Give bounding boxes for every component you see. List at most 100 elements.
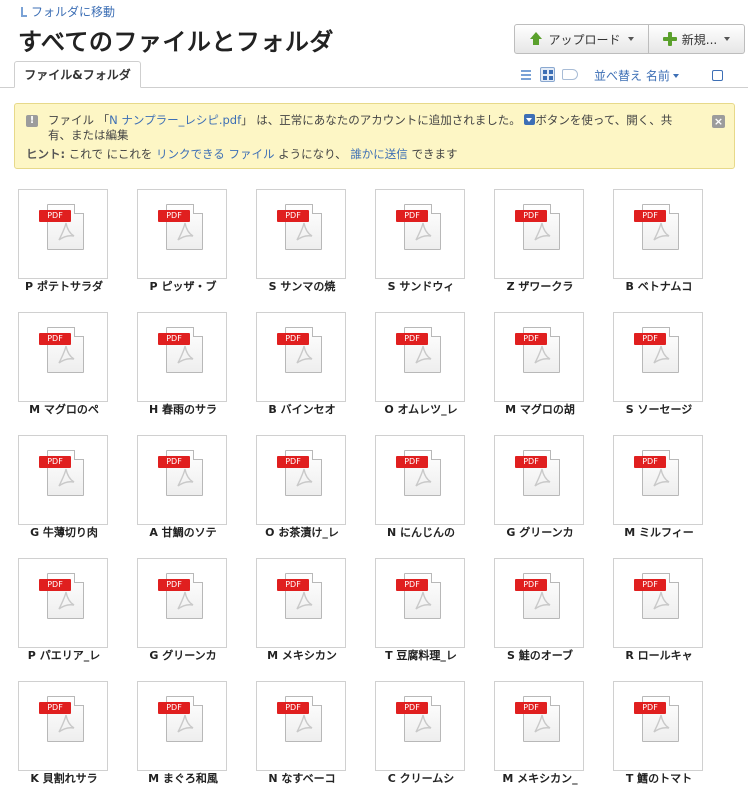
file-thumbnail[interactable]: PDF bbox=[613, 189, 703, 279]
file-thumbnail[interactable]: PDF bbox=[613, 558, 703, 648]
file-thumbnail[interactable]: PDF bbox=[613, 681, 703, 771]
file-name[interactable]: C クリームシ bbox=[375, 771, 467, 787]
file-item[interactable]: PDF B ベトナムコ bbox=[613, 189, 705, 299]
file-item[interactable]: PDF P パエリア_レ bbox=[18, 558, 110, 668]
file-name[interactable]: O お茶漬け_レ bbox=[256, 525, 348, 541]
file-item[interactable]: PDF T 鱈のトマト bbox=[613, 681, 705, 791]
file-thumbnail[interactable]: PDF bbox=[18, 558, 108, 648]
hint-link-send[interactable]: 誰かに送信 bbox=[350, 147, 408, 161]
file-name[interactable]: G グリーンカ bbox=[494, 525, 586, 541]
file-thumbnail[interactable]: PDF bbox=[375, 558, 465, 648]
file-thumbnail[interactable]: PDF bbox=[137, 189, 227, 279]
file-name[interactable]: O オムレツ_レ bbox=[375, 402, 467, 418]
file-thumbnail[interactable]: PDF bbox=[613, 435, 703, 525]
file-thumbnail[interactable]: PDF bbox=[375, 681, 465, 771]
file-thumbnail[interactable]: PDF bbox=[18, 189, 108, 279]
file-name[interactable]: P パエリア_レ bbox=[18, 648, 110, 664]
file-thumbnail[interactable]: PDF bbox=[494, 558, 584, 648]
file-name[interactable]: Z ザワークラ bbox=[494, 279, 586, 295]
file-item[interactable]: PDF P ポテトサラダ bbox=[18, 189, 110, 299]
file-thumbnail[interactable]: PDF bbox=[256, 312, 346, 402]
hint-link-share[interactable]: リンクできる ファイル bbox=[156, 147, 274, 161]
sort-dropdown[interactable]: 並べ替え 名前 bbox=[594, 67, 679, 84]
file-name[interactable]: M ミルフィー bbox=[613, 525, 705, 541]
file-item[interactable]: PDF S サンドウィ bbox=[375, 189, 467, 299]
file-item[interactable]: PDF K 貝割れサラ bbox=[18, 681, 110, 791]
file-item[interactable]: PDF M メキシカン_ bbox=[494, 681, 586, 791]
file-item[interactable]: PDF M メキシカン bbox=[256, 558, 348, 668]
file-item[interactable]: PDF S ソーセージ bbox=[613, 312, 705, 422]
file-item[interactable]: PDF M まぐろ和風 bbox=[137, 681, 229, 791]
file-item[interactable]: PDF S 鮭のオーブ bbox=[494, 558, 586, 668]
file-name[interactable]: M マグロの胡 bbox=[494, 402, 586, 418]
file-thumbnail[interactable]: PDF bbox=[137, 312, 227, 402]
file-name[interactable]: S サンドウィ bbox=[375, 279, 467, 295]
file-thumbnail[interactable]: PDF bbox=[137, 558, 227, 648]
file-name[interactable]: N なすベーコ bbox=[256, 771, 348, 787]
file-item[interactable]: PDF A 甘鯛のソテ bbox=[137, 435, 229, 545]
file-thumbnail[interactable]: PDF bbox=[18, 435, 108, 525]
file-item[interactable]: PDF H 春雨のサラ bbox=[137, 312, 229, 422]
file-name[interactable]: B バインセオ bbox=[256, 402, 348, 418]
file-thumbnail[interactable]: PDF bbox=[137, 435, 227, 525]
file-name[interactable]: A 甘鯛のソテ bbox=[137, 525, 229, 541]
file-thumbnail[interactable]: PDF bbox=[375, 312, 465, 402]
upload-button[interactable]: アップロード bbox=[514, 24, 649, 54]
file-item[interactable]: PDF C クリームシ bbox=[375, 681, 467, 791]
file-thumbnail[interactable]: PDF bbox=[18, 312, 108, 402]
file-thumbnail[interactable]: PDF bbox=[137, 681, 227, 771]
file-thumbnail[interactable]: PDF bbox=[375, 435, 465, 525]
breadcrumb[interactable]: フォルダに移動 bbox=[18, 3, 115, 20]
file-item[interactable]: PDF B バインセオ bbox=[256, 312, 348, 422]
close-icon[interactable]: × bbox=[712, 115, 725, 128]
file-name[interactable]: G グリーンカ bbox=[137, 648, 229, 664]
file-name[interactable]: M メキシカン_ bbox=[494, 771, 586, 787]
file-item[interactable]: PDF G グリーンカ bbox=[494, 435, 586, 545]
file-item[interactable]: PDF N にんじんの bbox=[375, 435, 467, 545]
file-item[interactable]: PDF P ピッザ・ブ bbox=[137, 189, 229, 299]
file-name[interactable]: S 鮭のオーブ bbox=[494, 648, 586, 664]
file-item[interactable]: PDF R ロールキャ bbox=[613, 558, 705, 668]
breadcrumb-label[interactable]: フォルダに移動 bbox=[31, 3, 115, 20]
file-item[interactable]: PDF M ミルフィー bbox=[613, 435, 705, 545]
file-name[interactable]: H 春雨のサラ bbox=[137, 402, 229, 418]
file-name[interactable]: S サンマの焼 bbox=[256, 279, 348, 295]
file-thumbnail[interactable]: PDF bbox=[613, 312, 703, 402]
file-item[interactable]: PDF T 豆腐料理_レ bbox=[375, 558, 467, 668]
file-thumbnail[interactable]: PDF bbox=[256, 681, 346, 771]
file-thumbnail[interactable]: PDF bbox=[256, 189, 346, 279]
file-item[interactable]: PDF M マグロの胡 bbox=[494, 312, 586, 422]
notice-file-link[interactable]: N ナンプラー_レシピ.pdf bbox=[109, 113, 241, 127]
file-name[interactable]: M マグロのペ bbox=[18, 402, 110, 418]
tag-view-icon[interactable] bbox=[562, 69, 578, 80]
file-item[interactable]: PDF M マグロのペ bbox=[18, 312, 110, 422]
file-name[interactable]: R ロールキャ bbox=[613, 648, 705, 664]
file-item[interactable]: PDF S サンマの焼 bbox=[256, 189, 348, 299]
file-item[interactable]: PDF Z ザワークラ bbox=[494, 189, 586, 299]
select-all-checkbox[interactable] bbox=[712, 70, 723, 81]
file-thumbnail[interactable]: PDF bbox=[256, 558, 346, 648]
file-thumbnail[interactable]: PDF bbox=[375, 189, 465, 279]
file-name[interactable]: M まぐろ和風 bbox=[137, 771, 229, 787]
tab-files-folders[interactable]: ファイル&フォルダ bbox=[14, 61, 141, 88]
file-name[interactable]: B ベトナムコ bbox=[613, 279, 705, 295]
file-name[interactable]: P ポテトサラダ bbox=[18, 279, 110, 295]
file-item[interactable]: PDF G 牛薄切り肉 bbox=[18, 435, 110, 545]
file-name[interactable]: G 牛薄切り肉 bbox=[18, 525, 110, 541]
grid-view-icon[interactable] bbox=[540, 67, 555, 82]
file-thumbnail[interactable]: PDF bbox=[494, 312, 584, 402]
file-name[interactable]: S ソーセージ bbox=[613, 402, 705, 418]
file-item[interactable]: PDF G グリーンカ bbox=[137, 558, 229, 668]
file-name[interactable]: P ピッザ・ブ bbox=[137, 279, 229, 295]
list-view-icon[interactable] bbox=[521, 70, 531, 80]
file-name[interactable]: M メキシカン bbox=[256, 648, 348, 664]
file-thumbnail[interactable]: PDF bbox=[18, 681, 108, 771]
file-thumbnail[interactable]: PDF bbox=[494, 681, 584, 771]
file-thumbnail[interactable]: PDF bbox=[256, 435, 346, 525]
file-name[interactable]: K 貝割れサラ bbox=[18, 771, 110, 787]
new-button[interactable]: 新規... bbox=[649, 24, 745, 54]
file-item[interactable]: PDF O オムレツ_レ bbox=[375, 312, 467, 422]
file-name[interactable]: T 鱈のトマト bbox=[613, 771, 705, 787]
file-name[interactable]: T 豆腐料理_レ bbox=[375, 648, 467, 664]
file-thumbnail[interactable]: PDF bbox=[494, 435, 584, 525]
